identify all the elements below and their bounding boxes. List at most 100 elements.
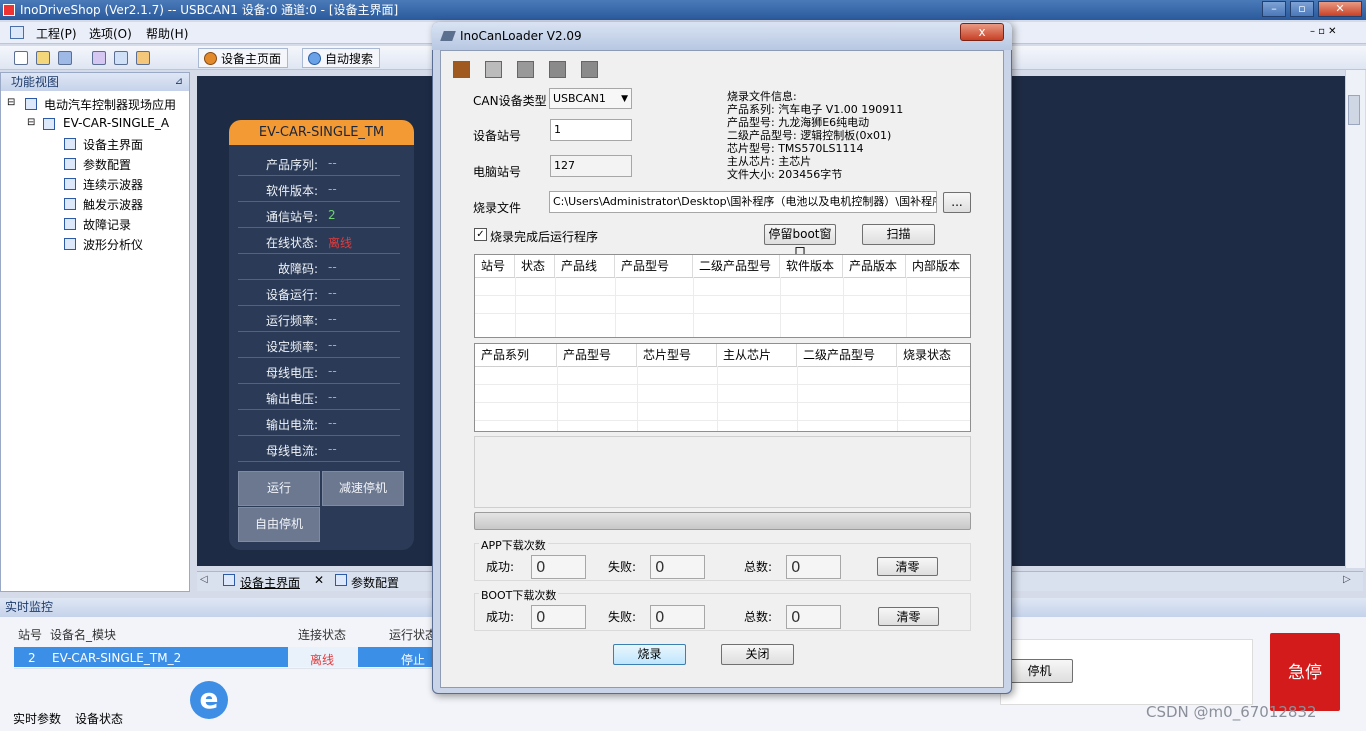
can-type-select[interactable]: USBCAN1 ▼ <box>549 88 632 109</box>
browse-button[interactable]: ... <box>943 192 971 213</box>
pc-station-label: 电脑站号 <box>473 165 522 179</box>
col-product-version: 产品版本 <box>843 255 906 277</box>
table-row[interactable]: 2 EV-CAR-SINGLE_TM_2 离线 停止 <box>14 647 446 667</box>
save-icon[interactable] <box>58 51 72 65</box>
pin-icon[interactable]: ⊿ <box>175 73 183 91</box>
row-label: 产品序列: <box>265 158 318 172</box>
card-row: 设备运行: -- <box>238 280 400 306</box>
col-run-status: 运行状态 <box>389 628 438 642</box>
boot-fail-label: 失败: <box>608 610 637 624</box>
info-product-series: 产品系列: 汽车电子 V1.00 190911 <box>727 103 904 116</box>
burn-button[interactable]: 烧录 <box>613 644 686 665</box>
tree-item-continuous-scope[interactable]: 连续示波器 <box>83 176 143 193</box>
tab-realtime-params[interactable]: 实时参数 <box>13 710 61 727</box>
tree-device[interactable]: EV-CAR-SINGLE_A <box>63 116 169 130</box>
disabled-tool-icon[interactable] <box>549 61 566 78</box>
connect-icon[interactable] <box>453 61 470 78</box>
search-icon <box>308 52 321 65</box>
tree-item-trigger-scope[interactable]: 触发示波器 <box>83 196 143 213</box>
info-title: 烧录文件信息: <box>727 90 797 103</box>
open-folder-icon[interactable] <box>36 51 50 65</box>
card-row: 产品序列: -- <box>238 150 400 176</box>
auto-search-label: 自动搜索 <box>325 52 374 66</box>
tools-icon[interactable] <box>92 51 106 65</box>
dialog-close-icon[interactable]: x <box>960 23 1004 41</box>
run-after-label: 烧录完成后运行程序 <box>490 230 599 244</box>
boot-clear-button[interactable]: 清零 <box>878 607 939 626</box>
wave-icon <box>64 238 76 250</box>
row-value: 2 <box>328 208 336 222</box>
row-value: -- <box>328 260 337 274</box>
card-row: 母线电压: -- <box>238 358 400 384</box>
menu-options[interactable]: 选项(O) <box>89 25 132 42</box>
row-label: 母线电压: <box>265 366 318 380</box>
app-fail-label: 失败: <box>608 560 637 574</box>
decel-stop-button[interactable]: 减速停机 <box>322 471 404 506</box>
tree-item-params[interactable]: 参数配置 <box>83 156 131 173</box>
run-after-checkbox[interactable]: ✓ <box>474 228 487 241</box>
device-home-button[interactable]: 设备主页面 <box>198 48 289 68</box>
vertical-scrollbar[interactable] <box>1345 70 1365 568</box>
collapse-icon[interactable]: ⊟ <box>7 97 15 108</box>
menu-list-icon[interactable] <box>10 26 24 39</box>
file-path-input[interactable]: C:\Users\Administrator\Desktop\国补程序（电池以及… <box>549 191 937 213</box>
tab-scroll-left-icon[interactable]: ◁ <box>200 574 208 585</box>
row-label: 通信站号: <box>265 210 318 224</box>
collapse-icon[interactable]: ⊟ <box>27 117 35 128</box>
menu-project[interactable]: 工程(P) <box>36 25 77 42</box>
tab-scroll-right-icon[interactable]: ▷ <box>1343 574 1351 585</box>
settings-icon[interactable] <box>136 51 150 65</box>
tab-params[interactable]: 参数配置 <box>351 574 399 591</box>
free-stop-button[interactable]: 自由停机 <box>238 507 320 542</box>
info-file-size: 文件大小: 203456字节 <box>727 168 843 181</box>
tab-device-home[interactable]: 设备主界面 <box>240 574 300 591</box>
chip-icon[interactable] <box>485 61 502 78</box>
monitor-icon[interactable] <box>114 51 128 65</box>
tab-close-icon[interactable]: ✕ <box>314 573 324 587</box>
info-master-slave: 主从芯片: 主芯片 <box>727 155 812 168</box>
scan-button[interactable]: 扫描 <box>862 224 935 245</box>
stop-button[interactable]: 停机 <box>1006 659 1073 683</box>
row-value: -- <box>328 416 337 430</box>
close-button[interactable]: 关闭 <box>721 644 794 665</box>
row-value: -- <box>328 312 337 326</box>
load-icon[interactable] <box>517 61 534 78</box>
row-label: 软件版本: <box>265 184 318 198</box>
emergency-stop-button[interactable]: 急停 <box>1270 633 1340 711</box>
row-device-name: EV-CAR-SINGLE_TM_2 <box>52 651 182 665</box>
tree-item-fault-log[interactable]: 故障记录 <box>83 216 131 233</box>
col-chip-model: 芯片型号 <box>637 344 717 366</box>
maximize-icon[interactable]: ▫ <box>1290 1 1314 17</box>
wave-icon <box>64 178 76 190</box>
app-fail-count: 0 <box>650 555 705 579</box>
card-row: 母线电流: -- <box>238 436 400 462</box>
pc-station-field: 127 <box>550 155 632 177</box>
new-file-icon[interactable] <box>14 51 28 65</box>
tree-item-device-home[interactable]: 设备主界面 <box>83 136 143 153</box>
auto-search-button[interactable]: 自动搜索 <box>302 48 381 68</box>
row-value: -- <box>328 156 337 170</box>
tree-root[interactable]: 电动汽车控制器现场应用 <box>44 96 176 113</box>
burn-status-table: 产品系列 产品型号 芯片型号 主从芯片 二级产品型号 烧录状态 <box>474 343 971 432</box>
keep-boot-button[interactable]: 停留boot窗口 <box>764 224 836 259</box>
can-type-value: USBCAN1 <box>553 92 606 105</box>
online-status-value: 离线 <box>328 236 353 250</box>
card-row: 在线状态: 离线 <box>238 228 400 254</box>
close-icon[interactable]: ✕ <box>1318 1 1362 17</box>
tab-device-status[interactable]: 设备状态 <box>75 710 123 727</box>
station-input[interactable]: 1 <box>550 119 632 141</box>
minimize-icon[interactable]: – <box>1262 1 1286 17</box>
run-button[interactable]: 运行 <box>238 471 320 506</box>
scrollbar-thumb[interactable] <box>1348 95 1360 125</box>
row-conn-status: 离线 <box>310 653 335 667</box>
tree-item-wave-analyzer[interactable]: 波形分析仪 <box>83 236 143 253</box>
mdi-window-controls[interactable]: – ▫ ✕ <box>1310 26 1337 37</box>
function-view-title: 功能视图 <box>11 75 60 89</box>
col-sw-version: 软件版本 <box>780 255 843 277</box>
disabled-tool-icon[interactable] <box>581 61 598 78</box>
col-product-series: 产品系列 <box>475 344 557 366</box>
menu-help[interactable]: 帮助(H) <box>146 25 188 42</box>
boot-fail-count: 0 <box>650 605 705 629</box>
chevron-down-icon: ▼ <box>621 94 628 104</box>
app-clear-button[interactable]: 清零 <box>877 557 938 576</box>
